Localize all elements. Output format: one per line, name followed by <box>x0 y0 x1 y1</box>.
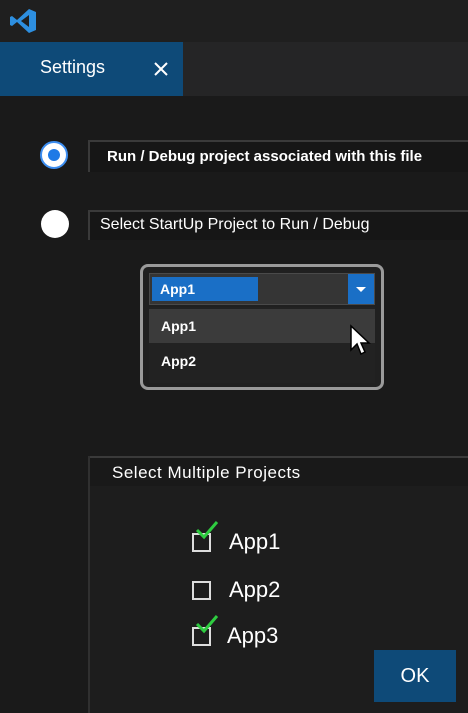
ok-button[interactable]: OK <box>374 650 456 702</box>
dropdown-toggle[interactable] <box>348 274 374 304</box>
mouse-pointer-icon <box>350 324 371 356</box>
tab-title: Settings <box>40 57 106 77</box>
dropdown-selected-value: App1 <box>152 277 258 301</box>
dropdown-item-app1[interactable]: App1 <box>149 309 375 343</box>
startup-option[interactable]: Select StartUp Project to Run / Debug <box>88 210 468 240</box>
multiple-projects-header: Select Multiple Projects <box>90 456 468 486</box>
dropdown-item-app2[interactable]: App2 <box>149 344 375 378</box>
startup-label: Select StartUp Project to Run / Debug <box>100 216 370 233</box>
close-icon[interactable] <box>152 60 170 78</box>
chevron-down-icon <box>356 287 366 292</box>
project-label-app2: App2 <box>229 577 281 602</box>
checkmark-icon <box>195 521 219 540</box>
dropdown-list: App1 App2 <box>149 307 375 383</box>
project-label-app3: App3 <box>227 623 279 648</box>
multiple-projects-label: Select Multiple Projects <box>112 463 301 482</box>
run-associated-radio[interactable] <box>40 141 68 169</box>
run-associated-option[interactable]: Run / Debug project associated with this… <box>88 140 468 172</box>
startup-dropdown[interactable]: App1 <box>149 273 375 305</box>
project-label-app1: App1 <box>229 529 281 554</box>
title-bar <box>0 0 468 42</box>
tab-bar: Settings <box>0 42 468 96</box>
tab-settings[interactable]: Settings <box>0 42 183 96</box>
startup-dropdown-frame: App1 App1 App2 <box>140 264 384 390</box>
checkmark-icon <box>195 615 219 634</box>
startup-radio[interactable] <box>41 210 69 238</box>
vscode-logo-icon <box>10 9 36 33</box>
run-associated-label: Run / Debug project associated with this… <box>107 148 423 165</box>
checkbox-app2[interactable] <box>192 581 211 600</box>
